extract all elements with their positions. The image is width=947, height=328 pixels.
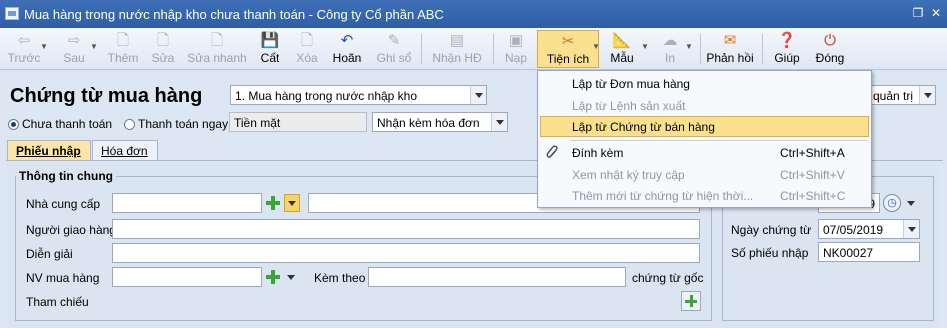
prev-button[interactable]: ⇦ Trước bbox=[4, 30, 44, 68]
clock-icon[interactable]: ◷ bbox=[883, 194, 901, 212]
delete-icon: 🗋 bbox=[300, 32, 314, 49]
save-button[interactable]: 💾 Cất bbox=[254, 30, 286, 68]
tools-icon: ✂ bbox=[561, 33, 575, 50]
toolbar-separator bbox=[421, 34, 422, 64]
quick-edit-icon: 🗋 bbox=[210, 32, 224, 49]
chevron-down-icon[interactable] bbox=[491, 113, 507, 131]
template-button[interactable]: 📐 Mẫu bbox=[604, 30, 640, 68]
supplier-code-input[interactable] bbox=[112, 193, 262, 213]
calendar-dropdown-icon[interactable] bbox=[903, 220, 919, 238]
voucher-date-label: Ngày chứng từ bbox=[731, 223, 812, 237]
radio-paid-now[interactable]: Thanh toán ngay bbox=[124, 117, 228, 131]
print-button[interactable]: ☁ In bbox=[656, 30, 684, 68]
save-icon: 💾 bbox=[260, 32, 280, 49]
edit-button[interactable]: 🗋 Sửa bbox=[146, 30, 180, 68]
attach-label: Kèm theo bbox=[314, 271, 366, 285]
post-button[interactable]: ✎ Ghi sổ bbox=[372, 30, 416, 68]
voucher-number-label: Số phiếu nhập bbox=[731, 246, 809, 260]
delete-button[interactable]: 🗋 Xóa bbox=[290, 30, 324, 68]
chevron-down-icon[interactable] bbox=[470, 86, 486, 104]
tab-receipt[interactable]: Phiếu nhập bbox=[7, 140, 91, 160]
toolbar: ⇦ Trước ▼ ⇨ Sau ▼ 🗋 Thêm 🗋 Sửa 🗋 Sửa nha… bbox=[0, 28, 947, 70]
utilities-button[interactable]: ✂ Tiện ích bbox=[537, 30, 599, 68]
voucher-date-input[interactable]: 07/05/2019 bbox=[818, 219, 920, 239]
add-supplier-icon[interactable] bbox=[264, 194, 282, 212]
add-button[interactable]: 🗋 Thêm bbox=[103, 30, 143, 68]
utilities-dropdown-icon[interactable]: ▼ bbox=[592, 42, 600, 51]
undo-icon: ↶ bbox=[340, 32, 354, 49]
menu-item-new-from-current[interactable]: Thêm mới từ chứng từ hiện thời... Ctrl+S… bbox=[540, 185, 869, 206]
app-icon bbox=[5, 7, 19, 20]
quick-edit-button[interactable]: 🗋 Sửa nhanh bbox=[186, 30, 248, 68]
radio-dot bbox=[124, 119, 135, 130]
template-dropdown-icon[interactable]: ▼ bbox=[641, 42, 649, 51]
voucher-number-input[interactable]: NK00027 bbox=[818, 242, 920, 262]
power-icon: ⏻ bbox=[824, 32, 836, 49]
supplier-label: Nhà cung cấp bbox=[26, 197, 101, 211]
load-icon: ▣ bbox=[508, 32, 524, 49]
supplier-dropdown-icon[interactable] bbox=[284, 194, 300, 212]
menu-item-attach[interactable]: Đính kèm Ctrl+Shift+A bbox=[540, 142, 869, 163]
invoice-icon: ▤ bbox=[449, 32, 465, 49]
voucher-type-select[interactable]: 1. Mua hàng trong nước nhập kho bbox=[230, 85, 487, 105]
help-icon: ❓ bbox=[777, 32, 797, 49]
description-label: Diễn giải bbox=[26, 247, 73, 261]
general-info-title: Thông tin chung bbox=[16, 169, 116, 183]
menu-item-view-access-log[interactable]: Xem nhật ký truy cập Ctrl+Shift+V bbox=[540, 164, 869, 185]
ruler-icon: 📐 bbox=[612, 32, 632, 49]
envelope-icon: ✉ bbox=[723, 32, 737, 49]
add-buyer-icon[interactable] bbox=[264, 268, 282, 286]
radio-dot bbox=[8, 119, 19, 130]
add-reference-button[interactable] bbox=[681, 291, 701, 311]
title-bar: Mua hàng trong nước nhập kho chưa thanh … bbox=[0, 0, 947, 28]
toolbar-separator bbox=[493, 34, 494, 64]
close-window-icon[interactable]: ✕ bbox=[928, 6, 944, 20]
menu-item-from-production-order[interactable]: Lập từ Lệnh sản xuất bbox=[540, 95, 869, 116]
menu-separator bbox=[570, 140, 868, 141]
page-title: Chứng từ mua hàng bbox=[10, 85, 203, 107]
radio-unpaid[interactable]: Chưa thanh toán bbox=[8, 117, 112, 131]
paperclip-icon bbox=[546, 145, 558, 158]
undo-button[interactable]: ↶ Hoãn bbox=[328, 30, 366, 68]
reference-label: Tham chiếu bbox=[26, 295, 89, 309]
buyer-input[interactable] bbox=[112, 267, 262, 287]
chevron-down-icon[interactable] bbox=[919, 86, 935, 104]
next-button[interactable]: ⇨ Sau bbox=[56, 30, 92, 68]
invoice-option-select[interactable]: Nhận kèm hóa đơn bbox=[372, 112, 508, 132]
arrow-right-icon: ⇨ bbox=[67, 32, 81, 49]
payment-method-field: Tiền mặt bbox=[229, 112, 367, 132]
help-button[interactable]: ❓ Giúp bbox=[770, 30, 804, 68]
attach-count-input[interactable] bbox=[368, 267, 626, 287]
toolbar-separator bbox=[700, 34, 701, 64]
deliverer-input[interactable] bbox=[112, 219, 700, 239]
toolbar-separator bbox=[762, 34, 763, 64]
posting-date-dropdown-icon[interactable] bbox=[904, 194, 918, 212]
receive-invoice-button[interactable]: ▤ Nhận HĐ bbox=[428, 30, 486, 68]
buyer-dropdown-icon[interactable] bbox=[284, 268, 298, 286]
close-button[interactable]: ⏻ Đóng bbox=[812, 30, 848, 68]
load-button[interactable]: ▣ Nạp bbox=[500, 30, 532, 68]
printer-icon: ☁ bbox=[662, 32, 678, 49]
deliverer-label: Người giao hàng bbox=[26, 223, 116, 237]
edit-document-icon: 🗋 bbox=[156, 32, 170, 49]
next-dropdown-icon[interactable]: ▼ bbox=[90, 42, 98, 51]
prev-dropdown-icon[interactable]: ▼ bbox=[40, 42, 48, 51]
tab-invoice[interactable]: Hóa đơn bbox=[92, 140, 158, 160]
print-dropdown-icon[interactable]: ▼ bbox=[685, 42, 693, 51]
description-input[interactable] bbox=[112, 243, 700, 263]
buyer-label: NV mua hàng bbox=[26, 271, 100, 285]
arrow-left-icon: ⇦ bbox=[17, 32, 31, 49]
new-document-icon: 🗋 bbox=[116, 32, 130, 49]
pencil-icon: ✎ bbox=[387, 32, 401, 49]
menu-item-from-sales-voucher[interactable]: Lập từ Chứng từ bán hàng bbox=[540, 116, 869, 137]
attach-suffix-label: chứng từ gốc bbox=[632, 271, 704, 285]
admin-select[interactable]: quản trị bbox=[868, 85, 936, 105]
utilities-menu: Lập từ Đơn mua hàng Lập từ Lệnh sản xuất… bbox=[537, 70, 872, 208]
menu-item-from-purchase-order[interactable]: Lập từ Đơn mua hàng bbox=[540, 73, 869, 94]
feedback-button[interactable]: ✉ Phản hồi bbox=[705, 30, 755, 68]
restore-icon[interactable]: ❐ bbox=[910, 6, 926, 20]
window-title: Mua hàng trong nước nhập kho chưa thanh … bbox=[24, 7, 444, 22]
